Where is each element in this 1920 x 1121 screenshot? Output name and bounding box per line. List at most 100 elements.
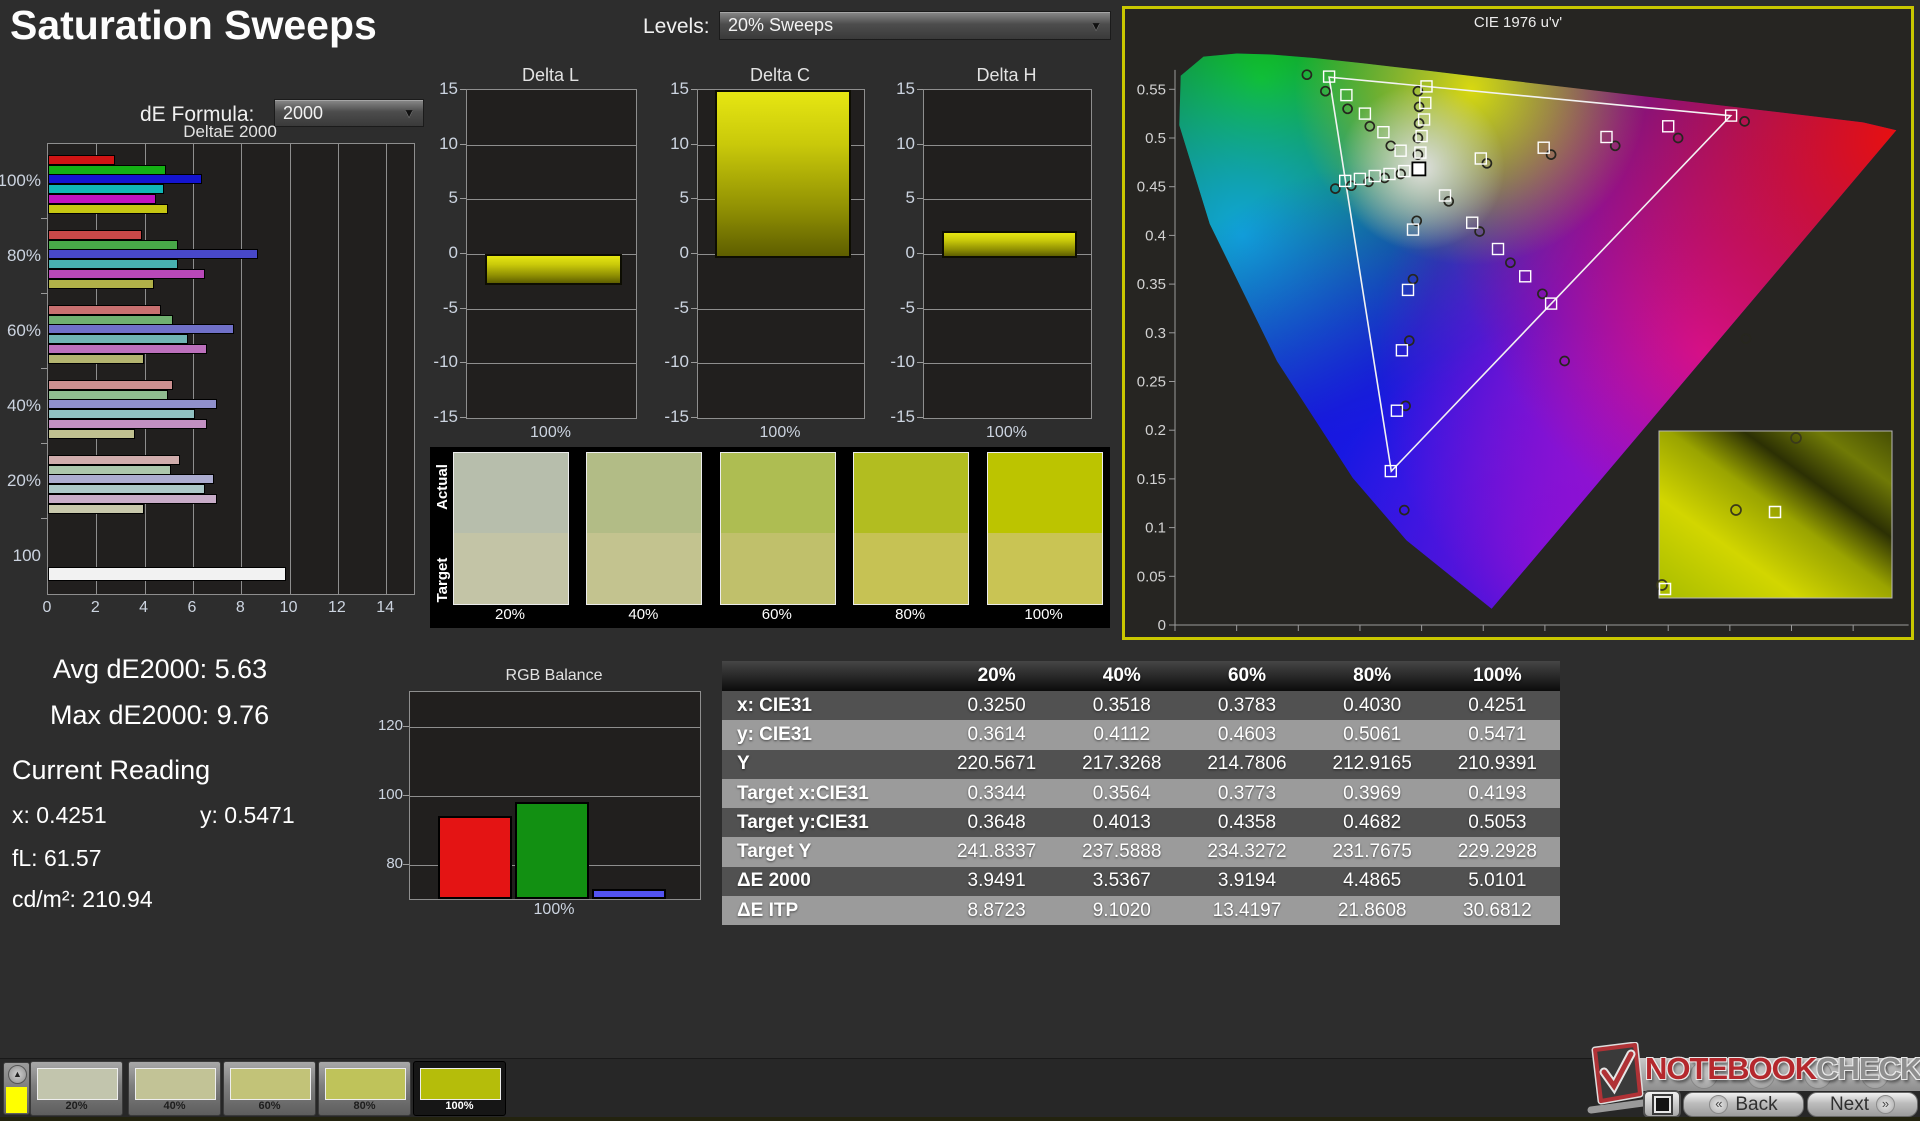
table-cell: 0.4112	[1059, 720, 1184, 749]
page-title: Saturation Sweeps	[10, 2, 377, 49]
delta-y-tick-label: 15	[420, 79, 458, 99]
laptop-check-icon	[1585, 1042, 1647, 1121]
table-header-cell: 80%	[1310, 661, 1435, 691]
delta-axis-tick	[460, 253, 466, 254]
table-cell: 0.3783	[1184, 691, 1309, 720]
table-row-label: x: CIE31	[722, 691, 934, 720]
deltae-gridline	[386, 144, 387, 594]
deltae-bar	[48, 334, 188, 344]
rgb-bar-green	[515, 802, 589, 899]
delta-y-tick-label: 5	[651, 188, 689, 208]
sweep-tile-swatch	[135, 1068, 216, 1100]
table-cell: 3.5367	[1059, 867, 1184, 896]
deltae-bar	[48, 240, 178, 250]
delta-y-tick-label: 0	[420, 243, 458, 263]
delta-axis-tick	[691, 417, 697, 418]
delta-chart-title: Delta H	[947, 65, 1067, 86]
deltae-y-group-label: 100	[0, 546, 41, 566]
table-cell: 0.3250	[934, 691, 1059, 720]
cie-y-tick-label: 0.3	[1145, 325, 1166, 342]
max-de2000-stat: Max dE2000: 9.76	[50, 700, 269, 731]
chevron-down-icon: ▼	[403, 106, 415, 120]
sweep-tile-100%[interactable]: 100%	[413, 1061, 506, 1116]
delta-y-tick-label: 10	[877, 134, 915, 154]
delta-y-tick-label: 15	[651, 79, 689, 99]
cie-diagram-panel: CIE 1976 u'v' 00.050.10.150.20.250.30.35…	[1122, 6, 1914, 640]
table-row-label: ΔE ITP	[722, 896, 934, 925]
delta-axis-tick	[460, 362, 466, 363]
rgb-y-tick-label: 80	[365, 855, 403, 872]
delta-y-tick-label: -15	[420, 407, 458, 427]
table-row-label: ΔE 2000	[722, 867, 934, 896]
notebookcheck-logo: NOTEBOOKCHECK	[1585, 1040, 1920, 1096]
sweep-tile-80%[interactable]: 80%	[318, 1061, 411, 1116]
sweep-tile-swatch	[420, 1068, 501, 1100]
delta-y-tick-label: -10	[651, 352, 689, 372]
levels-value: 20% Sweeps	[728, 15, 833, 36]
sweep-tile-20%[interactable]: 20%	[30, 1061, 123, 1116]
actual-target-swatch-strip: ActualTarget20%40%60%80%100%	[430, 447, 1110, 628]
deltae-bar	[48, 419, 207, 429]
delta-axis-tick	[460, 198, 466, 199]
next-button[interactable]: Next »	[1807, 1092, 1918, 1117]
cie-x-tick-label: 0.25	[1469, 636, 1498, 637]
delta-x-label: 100%	[972, 424, 1042, 442]
cie-y-tick-label: 0.15	[1137, 471, 1166, 488]
sweep-tile-40%[interactable]: 40%	[128, 1061, 221, 1116]
table-cell: 0.4013	[1059, 808, 1184, 837]
swatch-label: 20%	[453, 606, 567, 623]
table-cell: 3.9194	[1184, 867, 1309, 896]
table-row-label: Target Y	[722, 837, 934, 866]
chevron-down-icon: ▼	[1090, 19, 1102, 33]
delta-y-tick-label: -10	[420, 352, 458, 372]
deltae-bar	[48, 184, 164, 194]
deltae-x-tick-label: 14	[373, 599, 397, 617]
color-swatch-100%	[987, 452, 1103, 605]
table-cell: 0.3518	[1059, 691, 1184, 720]
table-row: Target y:CIE310.36480.40130.43580.46820.…	[722, 808, 1560, 837]
delta-plot-delta-h	[923, 89, 1092, 419]
cie-y-tick-label: 0.35	[1137, 276, 1166, 293]
color-swatch-20%	[453, 452, 569, 605]
delta-axis-tick	[917, 253, 923, 254]
stop-button[interactable]	[1643, 1090, 1681, 1118]
table-cell: 4.4865	[1310, 867, 1435, 896]
rgb-axis-tick	[403, 726, 409, 727]
sweep-tile-60%[interactable]: 60%	[223, 1061, 316, 1116]
color-swatch-80%	[853, 452, 969, 605]
deltae-bar	[48, 354, 144, 364]
deltae-gridline	[193, 144, 194, 594]
table-cell: 0.4603	[1184, 720, 1309, 749]
delta-gridline	[467, 145, 636, 146]
back-button[interactable]: « Back	[1683, 1092, 1804, 1117]
levels-dropdown[interactable]: 20% Sweeps ▼	[719, 11, 1111, 40]
delta-axis-tick	[460, 308, 466, 309]
delta-axis-tick	[460, 417, 466, 418]
sweep-start-tile[interactable]: ▲	[3, 1062, 30, 1115]
deltae-bar	[48, 390, 168, 400]
delta-axis-tick	[691, 308, 697, 309]
delta-axis-tick	[917, 362, 923, 363]
table-cell: 237.5888	[1059, 837, 1184, 866]
rgb-bar-blue	[592, 889, 666, 899]
sweep-tile-swatch	[325, 1068, 406, 1100]
delta-gridline	[924, 309, 1091, 310]
table-row: Target x:CIE310.33440.35640.37730.39690.…	[722, 779, 1560, 808]
cie-x-tick-label: 0.5	[1781, 636, 1802, 637]
delta-axis-tick	[460, 89, 466, 90]
swatch-target	[854, 533, 968, 604]
deltae-axis-tick	[41, 443, 47, 444]
table-cell: 229.2928	[1435, 837, 1560, 866]
table-cell: 0.3969	[1310, 779, 1435, 808]
delta-bar	[485, 254, 623, 285]
delta-x-label: 100%	[516, 424, 586, 442]
cie-x-tick-label: 0.2	[1411, 636, 1432, 637]
deltae-bar	[48, 474, 214, 484]
avg-de2000-stat: Avg dE2000: 5.63	[53, 654, 267, 685]
cie-measured-point	[1741, 334, 1750, 343]
table-cell: 5.0101	[1435, 867, 1560, 896]
swatch-row-label: Target	[434, 525, 448, 635]
cie-y-tick-label: 0	[1158, 617, 1166, 634]
swatch-target	[988, 533, 1102, 604]
cie-y-tick-label: 0.55	[1137, 81, 1166, 98]
